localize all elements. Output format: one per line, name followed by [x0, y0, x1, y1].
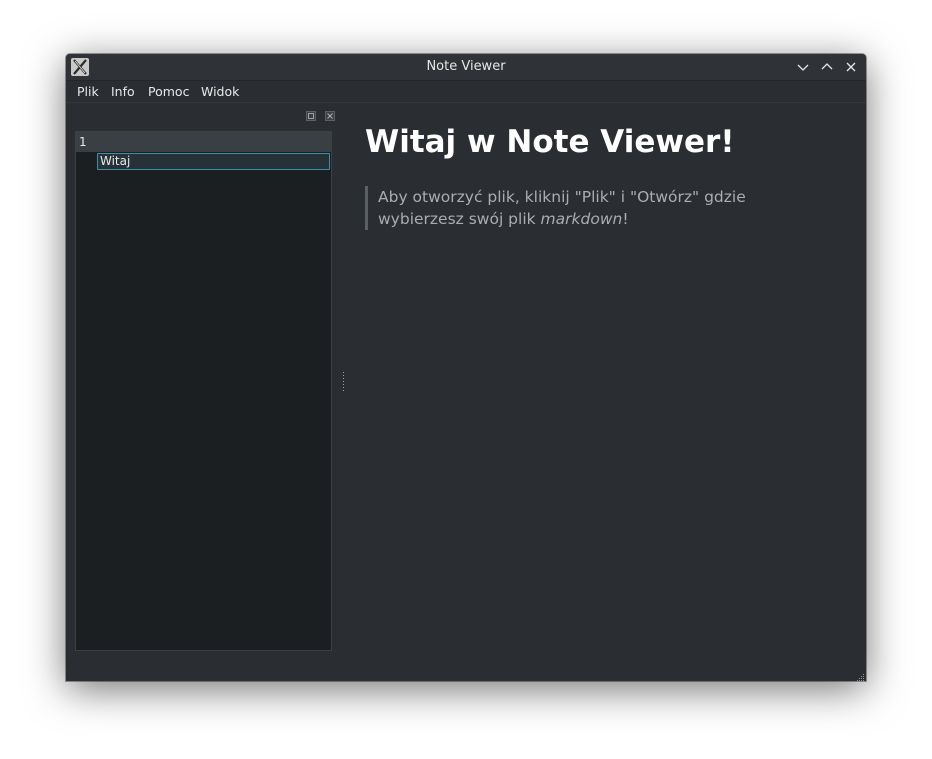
chevron-down-icon [797, 64, 809, 71]
menu-info[interactable]: Info [111, 84, 135, 99]
chevron-up-icon [821, 63, 833, 70]
notes-tree[interactable]: 1 Witaj [75, 131, 332, 651]
menu-plik[interactable]: Plik [77, 84, 99, 99]
tree-item-label: 1 [79, 135, 87, 149]
title-bar[interactable]: Note Viewer [66, 54, 866, 81]
minimize-button[interactable] [794, 58, 812, 76]
window-title: Note Viewer [426, 59, 506, 74]
close-icon [846, 62, 856, 72]
quote-suffix: ! [622, 210, 629, 228]
dock-close-button[interactable] [325, 106, 335, 121]
menu-widok[interactable]: Widok [201, 84, 239, 99]
splitter-handle[interactable] [342, 372, 345, 392]
float-icon [306, 111, 316, 121]
tree-item-parent[interactable]: 1 [76, 132, 331, 152]
dock-float-button[interactable] [306, 106, 316, 121]
tree-item-label: Witaj [100, 154, 131, 168]
menu-bar: Plik Info Pomoc Widok [66, 81, 866, 102]
main-window: Note Viewer Plik Info Pomoc Widok 1 Wita… [66, 54, 866, 681]
resize-grip-icon [857, 674, 864, 681]
document-heading: Witaj w Note Viewer! [365, 124, 735, 160]
close-button[interactable] [842, 58, 860, 76]
document-view: Witaj w Note Viewer! Aby otworzyć plik, … [352, 103, 866, 681]
quote-emphasis: markdown [540, 210, 623, 228]
blockquote: Aby otworzyć plik, kliknij "Plik" i "Otw… [365, 186, 758, 230]
resize-grip[interactable] [854, 669, 865, 681]
maximize-button[interactable] [818, 58, 836, 76]
menu-pomoc[interactable]: Pomoc [148, 84, 189, 99]
close-icon [325, 111, 335, 121]
tree-item-child[interactable]: Witaj [97, 153, 330, 170]
